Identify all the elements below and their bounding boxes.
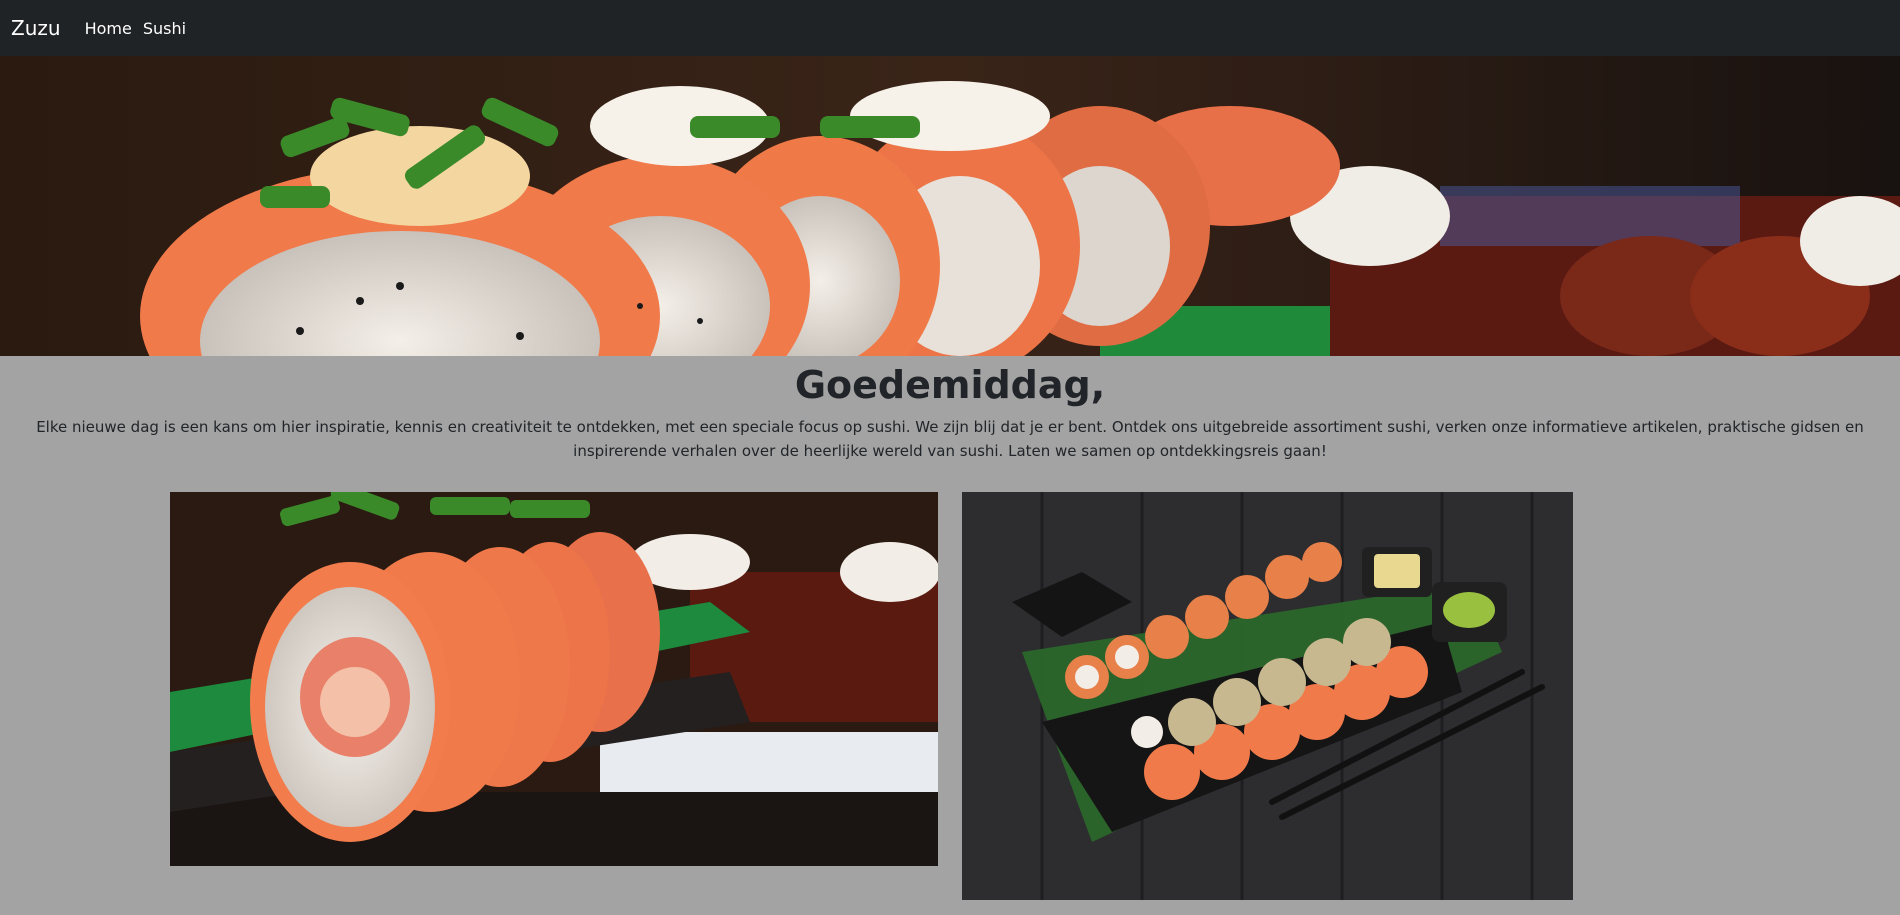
hero-banner-image <box>0 56 1900 356</box>
nav-link-sushi[interactable]: Sushi <box>143 19 186 38</box>
welcome-section: Goedemiddag, Elke nieuwe dag is een kans… <box>0 356 1900 463</box>
gallery-image-sushi-platter <box>962 492 1573 900</box>
intro-paragraph: Elke nieuwe dag is een kans om hier insp… <box>36 418 1864 460</box>
top-navbar: Zuzu Home Sushi <box>0 0 1900 56</box>
greeting-heading: Goedemiddag, <box>794 363 1106 407</box>
gallery-image-salmon-rolls <box>170 492 938 866</box>
nav-link-home[interactable]: Home <box>85 19 132 38</box>
brand-logo-link[interactable]: Zuzu <box>11 16 61 40</box>
